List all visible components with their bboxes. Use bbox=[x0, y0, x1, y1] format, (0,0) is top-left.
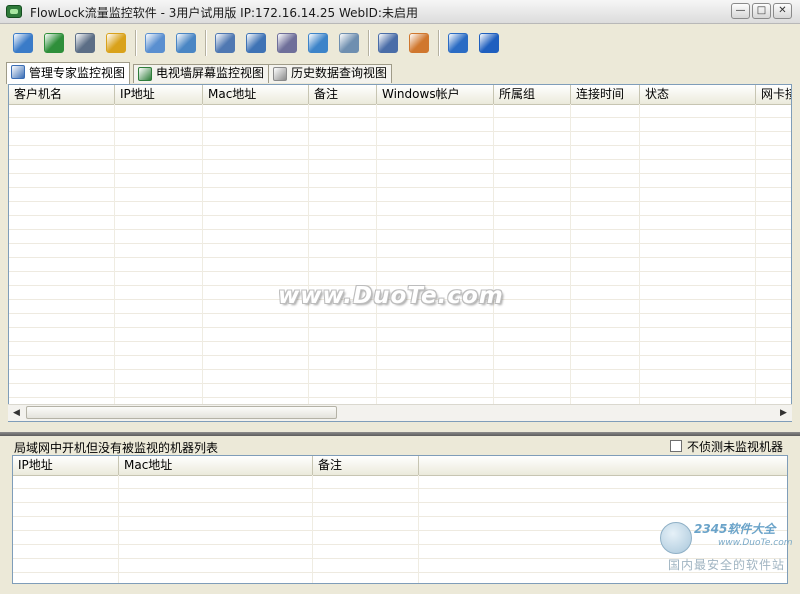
column-divider bbox=[118, 475, 119, 583]
logo-brand: 2345软件大全 bbox=[694, 522, 776, 536]
unmonitored-list-title: 局域网中开机但没有被监视的机器列表 bbox=[14, 441, 219, 455]
scroll-left-button[interactable]: ◀ bbox=[8, 405, 25, 421]
toolbar-separator bbox=[205, 30, 207, 56]
client-table-header: 客户机名IP地址Mac地址备注Windows帐户所属组连接时间状态网卡接 bbox=[9, 85, 791, 105]
folder-network-icon bbox=[145, 33, 165, 53]
toolbar-separator bbox=[438, 30, 440, 56]
mail-icon bbox=[246, 33, 266, 53]
tab-1[interactable]: 管理专家监控视图 bbox=[6, 62, 131, 84]
document-search-icon bbox=[277, 33, 297, 53]
unmonitored-table-header: IP地址 Mac地址 备注 bbox=[13, 456, 787, 476]
close-button[interactable]: ✕ bbox=[773, 3, 792, 19]
cart-button[interactable] bbox=[445, 30, 471, 56]
client-column-header[interactable]: 网卡接 bbox=[756, 85, 791, 104]
client-column-header[interactable]: Windows帐户 bbox=[377, 85, 494, 104]
column-divider bbox=[570, 104, 571, 405]
column-divider bbox=[639, 104, 640, 405]
no-detect-checkbox[interactable] bbox=[670, 440, 682, 452]
view-tabs: 管理专家监控视图 电视墙屏幕监控视图 历史数据查询视图 bbox=[0, 62, 800, 84]
tab-3[interactable]: 历史数据查询视图 bbox=[268, 64, 393, 83]
report-button[interactable] bbox=[406, 30, 432, 56]
folder-network-button[interactable] bbox=[142, 30, 168, 56]
computer-icon bbox=[215, 33, 235, 53]
disc-icon bbox=[339, 33, 359, 53]
unmonitored-column-header[interactable]: IP地址 bbox=[13, 456, 119, 475]
minimize-button[interactable]: — bbox=[731, 3, 750, 19]
window-stack-button[interactable] bbox=[10, 30, 36, 56]
client-column-header[interactable]: IP地址 bbox=[115, 85, 203, 104]
logo-url: www.DuoTe.com bbox=[718, 538, 793, 548]
disc-button[interactable] bbox=[336, 30, 362, 56]
computer-button[interactable] bbox=[212, 30, 238, 56]
site-logo: 2345软件大全 www.DuoTe.com 国内最安全的软件站 bbox=[658, 516, 798, 576]
scroll-right-button[interactable]: ▶ bbox=[775, 405, 792, 421]
client-column-header[interactable]: 备注 bbox=[309, 85, 377, 104]
unmonitored-column-header[interactable]: Mac地址 bbox=[119, 456, 313, 475]
book-icon bbox=[378, 33, 398, 53]
watermark-text: www.DuoTe.com bbox=[278, 283, 504, 309]
client-column-header[interactable]: Mac地址 bbox=[203, 85, 309, 104]
tab-label: 管理专家监控视图 bbox=[29, 66, 126, 80]
toolbar-separator bbox=[135, 30, 137, 56]
usb-icon bbox=[176, 33, 196, 53]
client-table[interactable]: 客户机名IP地址Mac地址备注Windows帐户所属组连接时间状态网卡接 bbox=[8, 84, 792, 422]
copy-windows-icon bbox=[308, 33, 328, 53]
magnifier-icon bbox=[11, 65, 25, 79]
column-divider bbox=[376, 104, 377, 405]
horizontal-scrollbar[interactable]: ◀ ▶ bbox=[8, 404, 792, 421]
panel-splitter[interactable] bbox=[0, 432, 800, 436]
help-icon bbox=[479, 33, 499, 53]
help-button[interactable] bbox=[476, 30, 502, 56]
globe-button[interactable] bbox=[41, 30, 67, 56]
toolbar bbox=[0, 24, 800, 62]
no-detect-checkbox-label[interactable]: 不侦测未监视机器 bbox=[687, 438, 783, 455]
cart-icon bbox=[448, 33, 468, 53]
copy-windows-button[interactable] bbox=[305, 30, 331, 56]
users-icon bbox=[106, 33, 126, 53]
client-column-header[interactable]: 所属组 bbox=[494, 85, 571, 104]
column-divider bbox=[493, 104, 494, 405]
mascot-icon bbox=[660, 522, 692, 554]
column-divider bbox=[755, 104, 756, 405]
column-divider bbox=[418, 475, 419, 583]
notepad-icon bbox=[273, 67, 287, 81]
picture-icon bbox=[138, 67, 152, 81]
monitor-settings-button[interactable] bbox=[72, 30, 98, 56]
logo-slogan: 国内最安全的软件站 bbox=[668, 558, 786, 572]
client-column-header[interactable]: 连接时间 bbox=[571, 85, 640, 104]
book-button[interactable] bbox=[375, 30, 401, 56]
window-stack-icon bbox=[13, 33, 33, 53]
column-divider bbox=[312, 475, 313, 583]
window-title: FlowLock流量监控软件 - 3用户试用版 IP:172.16.14.25 … bbox=[30, 6, 418, 20]
toolbar-separator bbox=[368, 30, 370, 56]
report-icon bbox=[409, 33, 429, 53]
client-column-header[interactable]: 客户机名 bbox=[9, 85, 115, 104]
title-bar[interactable]: FlowLock流量监控软件 - 3用户试用版 IP:172.16.14.25 … bbox=[0, 0, 800, 24]
users-button[interactable] bbox=[103, 30, 129, 56]
client-column-header[interactable]: 状态 bbox=[640, 85, 756, 104]
column-divider bbox=[202, 104, 203, 405]
globe-icon bbox=[44, 33, 64, 53]
column-divider bbox=[308, 104, 309, 405]
tab-2[interactable]: 电视墙屏幕监控视图 bbox=[133, 64, 270, 83]
tab-label: 历史数据查询视图 bbox=[291, 66, 388, 80]
column-divider bbox=[114, 104, 115, 405]
client-table-body[interactable] bbox=[9, 104, 791, 405]
document-search-button[interactable] bbox=[274, 30, 300, 56]
tab-label: 电视墙屏幕监控视图 bbox=[156, 66, 265, 80]
usb-button[interactable] bbox=[173, 30, 199, 56]
unmonitored-column-header[interactable]: 备注 bbox=[313, 456, 419, 475]
scroll-thumb[interactable] bbox=[26, 406, 337, 419]
monitor-settings-icon bbox=[75, 33, 95, 53]
app-icon bbox=[6, 5, 22, 18]
mail-button[interactable] bbox=[243, 30, 269, 56]
maximize-button[interactable]: □ bbox=[752, 3, 771, 19]
